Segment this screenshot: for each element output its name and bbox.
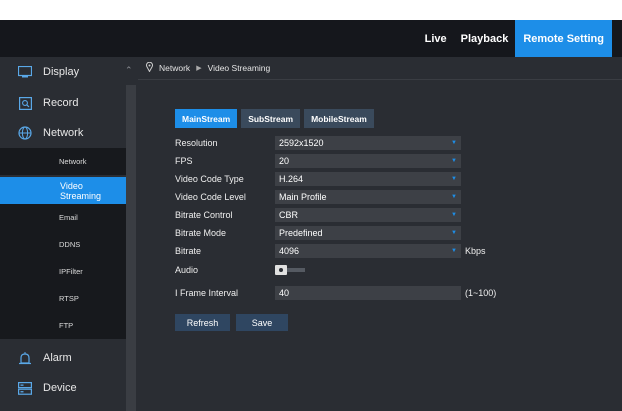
nav-playback[interactable]: Playback: [454, 20, 516, 57]
refresh-button[interactable]: Refresh: [175, 314, 230, 331]
stream-tabs: MainStream SubStream MobileStream: [175, 109, 374, 128]
video-code-type-value: H.264: [279, 174, 304, 184]
video-code-level-select[interactable]: Main Profile ▼: [275, 190, 461, 204]
breadcrumb-arrow-icon: ▶: [196, 65, 202, 72]
sidebar-item-label: Alarm: [43, 352, 72, 364]
bitrate-unit: Kbps: [465, 246, 486, 256]
i-frame-interval-range: (1~100): [465, 288, 497, 298]
video-code-level-value: Main Profile: [279, 192, 327, 202]
dropdown-arrow-icon: ▼: [451, 176, 457, 182]
scroll-up-icon[interactable]: ⌃: [125, 65, 133, 76]
sidebar-sub-label: Email: [59, 213, 78, 222]
dropdown-arrow-icon: ▼: [451, 140, 457, 146]
sidebar-sub-label: DDNS: [59, 240, 81, 249]
video-code-level-row: Video Code Level Main Profile ▼: [175, 189, 461, 205]
top-white-strip: [0, 0, 622, 20]
audio-row: Audio: [175, 262, 305, 278]
sidebar-item-label: Network: [43, 127, 84, 139]
main-panel: Network ▶ Video Streaming MainStream Sub…: [138, 57, 622, 411]
sidebar-sub-label: RTSP: [59, 294, 79, 303]
tab-mobilestream[interactable]: MobileStream: [304, 109, 374, 128]
bitrate-control-select[interactable]: CBR ▼: [275, 208, 461, 222]
bitrate-row: Bitrate 4096 ▼ Kbps: [175, 243, 486, 259]
video-code-type-select[interactable]: H.264 ▼: [275, 172, 461, 186]
fps-select[interactable]: 20 ▼: [275, 154, 461, 168]
hard-disk-icon: [17, 381, 33, 395]
bitrate-mode-row: Bitrate Mode Predefined ▼: [175, 225, 461, 241]
sidebar-item-label: Display: [43, 66, 80, 78]
bitrate-value: 4096: [279, 246, 300, 256]
dropdown-arrow-icon: ▼: [451, 212, 457, 218]
sidebar-item-network[interactable]: Network: [0, 118, 126, 148]
sidebar-scrollbar[interactable]: [126, 85, 136, 411]
audio-toggle[interactable]: [275, 265, 305, 275]
i-frame-interval-row: I Frame Interval 40 (1~100): [175, 285, 496, 301]
breadcrumb-current: Video Streaming: [207, 63, 271, 73]
breadcrumb-root[interactable]: Network: [159, 63, 190, 73]
bitrate-label: Bitrate: [175, 246, 202, 256]
breadcrumb-divider: [138, 79, 622, 80]
sidebar-sub-label: Network: [59, 157, 87, 166]
bitrate-control-label: Bitrate Control: [175, 210, 233, 220]
sidebar-sub-label: IPFilter: [59, 267, 83, 276]
toggle-knob: [275, 265, 287, 275]
sidebar-item-label: Device: [43, 382, 77, 394]
sidebar: ⌃ Display Record Network Network Video S…: [0, 57, 138, 411]
sidebar-sub-rtsp[interactable]: RTSP: [0, 285, 126, 312]
sidebar-sub-network[interactable]: Network: [0, 148, 126, 175]
video-code-type-row: Video Code Type H.264 ▼: [175, 171, 461, 187]
sidebar-item-alarm[interactable]: Alarm: [0, 343, 126, 373]
sidebar-item-device[interactable]: Device: [0, 373, 126, 403]
monitor-icon: [17, 65, 33, 79]
dropdown-arrow-icon: ▼: [451, 158, 457, 164]
bitrate-select[interactable]: 4096 ▼: [275, 244, 461, 258]
resolution-select[interactable]: 2592x1520 ▼: [275, 136, 461, 150]
video-code-level-label: Video Code Level: [175, 192, 246, 202]
sidebar-sub-label: Video Streaming: [60, 180, 102, 201]
fps-row: FPS 20 ▼: [175, 153, 461, 169]
save-button[interactable]: Save: [236, 314, 288, 331]
sidebar-item-label: Record: [43, 97, 79, 109]
nav-remote-setting[interactable]: Remote Setting: [515, 20, 612, 57]
nav-live[interactable]: Live: [418, 20, 454, 57]
dropdown-arrow-icon: ▼: [451, 230, 457, 236]
sidebar-sub-ipfilter[interactable]: IPFilter: [0, 258, 126, 285]
fps-value: 20: [279, 156, 290, 166]
bitrate-mode-label: Bitrate Mode: [175, 228, 227, 238]
location-pin-icon: [146, 61, 153, 74]
sidebar-item-display[interactable]: Display: [0, 57, 126, 87]
dropdown-arrow-icon: ▼: [451, 194, 457, 200]
sidebar-sub-email[interactable]: Email: [0, 204, 126, 231]
i-frame-interval-label: I Frame Interval: [175, 288, 239, 298]
sidebar-sub-video-streaming[interactable]: Video Streaming: [0, 177, 126, 204]
top-bar: Live Playback Remote Setting: [0, 20, 622, 57]
resolution-value: 2592x1520: [279, 138, 324, 148]
audio-label: Audio: [175, 265, 199, 275]
video-code-type-label: Video Code Type: [175, 174, 244, 184]
dropdown-arrow-icon: ▼: [451, 248, 457, 254]
sidebar-sub-label: FTP: [59, 321, 74, 330]
resolution-label: Resolution: [175, 138, 218, 148]
top-nav: Live Playback Remote Setting: [418, 20, 622, 57]
sidebar-sub-ftp[interactable]: FTP: [0, 312, 126, 339]
bitrate-mode-select[interactable]: Predefined ▼: [275, 226, 461, 240]
tab-substream[interactable]: SubStream: [241, 109, 301, 128]
i-frame-interval-input[interactable]: 40: [275, 286, 461, 300]
alarm-icon: [17, 351, 33, 365]
breadcrumb: Network ▶ Video Streaming: [146, 57, 270, 79]
tab-mainstream[interactable]: MainStream: [175, 109, 238, 128]
resolution-row: Resolution 2592x1520 ▼: [175, 135, 461, 151]
bitrate-control-row: Bitrate Control CBR ▼: [175, 207, 461, 223]
record-search-icon: [17, 96, 33, 110]
sidebar-sub-ddns[interactable]: DDNS: [0, 231, 126, 258]
sidebar-item-record[interactable]: Record: [0, 88, 126, 118]
bitrate-mode-value: Predefined: [279, 228, 323, 238]
bitrate-control-value: CBR: [279, 210, 299, 220]
fps-label: FPS: [175, 156, 193, 166]
globe-icon: [17, 126, 33, 140]
